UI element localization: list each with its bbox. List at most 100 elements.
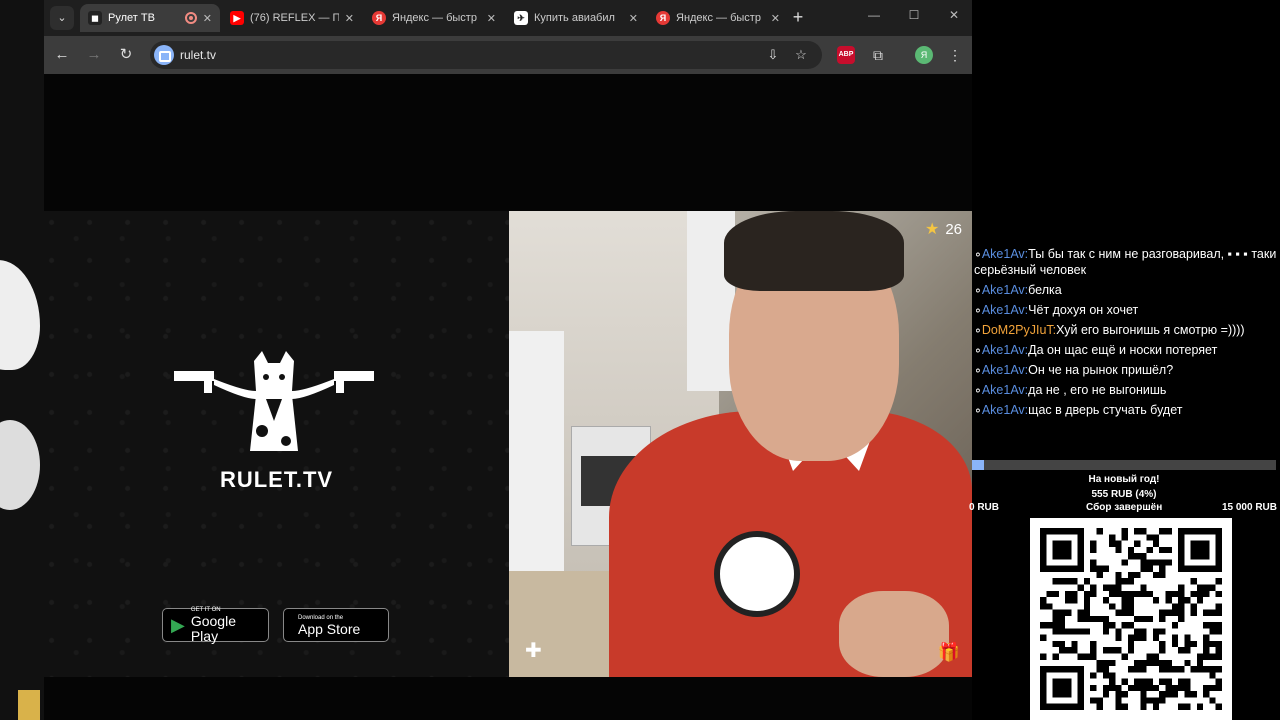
- chat-username: Ake1Av:: [981, 403, 1029, 417]
- yandex-favicon-icon: Я: [656, 11, 670, 25]
- video-person-hand: [839, 591, 949, 677]
- chat-text: Чёт дохуя он хочет: [1028, 303, 1139, 317]
- chat-message: ∘Ake1Av:да не , его не выгонишь: [972, 380, 1280, 400]
- video-fridge: [509, 331, 564, 571]
- webcam-video: ★ 26 ✚ 🎁: [509, 211, 972, 677]
- reload-button[interactable]: ↻: [116, 45, 136, 65]
- url-text: rulet.tv: [180, 48, 217, 62]
- chat-text: белка: [1028, 283, 1062, 297]
- profile-avatar[interactable]: Я: [915, 46, 933, 64]
- chat-bullet-icon: ∘: [974, 363, 982, 377]
- chat-username: Ake1Av:: [981, 303, 1029, 317]
- tab-title: Рулет ТВ: [108, 12, 155, 24]
- close-tab-icon[interactable]: ✕: [203, 12, 212, 25]
- chat-username: Ake1Av:: [981, 383, 1029, 397]
- screen: ⌄ ◼ Рулет ТВ ✕ ▶ (76) REFLEX — П ✕ Я Янд…: [0, 0, 1280, 720]
- youtube-favicon-icon: ▶: [230, 11, 244, 25]
- donation-amount: 555 RUB (4%): [1091, 489, 1157, 500]
- chat-bullet-icon: ∘: [974, 343, 982, 357]
- chat-text: Хуй его выгонишь я смотрю =)))): [1056, 323, 1245, 337]
- gift-icon[interactable]: 🎁: [938, 642, 960, 663]
- minimize-button[interactable]: —: [864, 8, 884, 22]
- google-play-text: GET IT ON Google Play: [191, 606, 260, 644]
- close-tab-icon[interactable]: ✕: [771, 12, 780, 25]
- site-info-icon[interactable]: [154, 45, 174, 65]
- chat-message: ∘Ake1Av:Да он щас ещё и носки потеряет: [972, 340, 1280, 360]
- chat-message: ∘DoM2PyJIuT:Хуй его выгонишь я смотрю =)…: [972, 320, 1280, 340]
- google-play-icon: ▶: [171, 614, 185, 635]
- flights-favicon-icon: ✈: [514, 11, 528, 25]
- tab-yandex-1[interactable]: Я Яндекс — быстр ✕: [364, 4, 504, 32]
- yandex-favicon-icon: Я: [372, 11, 386, 25]
- recording-icon: [184, 12, 197, 24]
- donation-title: На новый год!: [1088, 474, 1160, 485]
- close-window-button[interactable]: ✕: [944, 8, 964, 22]
- google-play-button[interactable]: ▶ GET IT ON Google Play: [162, 606, 269, 644]
- video-person-hair: [724, 211, 904, 291]
- close-tab-icon[interactable]: ✕: [629, 12, 638, 25]
- browser-toolbar: ← → ↻ rulet.tv ⇩ ☆ ABP ⧉ Я ⋮: [44, 36, 972, 74]
- donation-progress-fill: [972, 460, 985, 470]
- bookmark-star-icon[interactable]: ☆: [792, 46, 810, 64]
- qr-code-icon: [1040, 528, 1222, 710]
- promo-panel: RULET.TV ▶ GET IT ON Google Play Downloa…: [44, 211, 509, 677]
- chat-bullet-icon: ∘: [974, 283, 982, 297]
- back-button[interactable]: ←: [52, 45, 72, 65]
- chat-bullet-icon: ∘: [974, 323, 982, 337]
- chat-text: щас в дверь стучать будет: [1028, 403, 1183, 417]
- tab-yandex-2[interactable]: Я Яндекс — быстр ✕: [648, 4, 788, 32]
- browser-menu-icon[interactable]: ⋮: [946, 46, 964, 64]
- app-store-big: App Store: [298, 620, 361, 637]
- browser-window: ⌄ ◼ Рулет ТВ ✕ ▶ (76) REFLEX — П ✕ Я Янд…: [44, 0, 972, 720]
- chat-bullet-icon: ∘: [974, 303, 982, 317]
- close-tab-icon[interactable]: ✕: [345, 12, 354, 25]
- chat-message: ∘Ake1Av:Чёт дохуя он хочет: [972, 300, 1280, 320]
- app-store-text: Download on the App Store: [298, 614, 360, 637]
- star-count-value: 26: [945, 220, 962, 238]
- tab-reflex[interactable]: ▶ (76) REFLEX — П ✕: [222, 4, 362, 32]
- qr-code: [1030, 518, 1232, 720]
- google-play-big: Google Play: [190, 613, 236, 644]
- tab-title: (76) REFLEX — П: [250, 12, 339, 24]
- address-bar[interactable]: rulet.tv ⇩ ☆: [150, 41, 822, 69]
- chat-bullet-icon: ∘: [974, 383, 982, 397]
- chat-username: Ake1Av:: [981, 363, 1029, 377]
- install-app-icon[interactable]: ⇩: [764, 46, 782, 64]
- tab-flights[interactable]: ✈ Купить авиабил ✕: [506, 4, 646, 32]
- star-icon: ★: [924, 221, 940, 238]
- chat-message: ∘Ake1Av:щас в дверь стучать будет: [972, 400, 1280, 420]
- tab-rulet-tv[interactable]: ◼ Рулет ТВ ✕: [80, 4, 220, 32]
- chat-username: Ake1Av:: [981, 343, 1029, 357]
- donation-progress-bar: [972, 460, 1276, 470]
- extensions-icon[interactable]: ⧉: [869, 46, 887, 64]
- forward-button[interactable]: →: [84, 45, 104, 65]
- chat-message: ∘Ake1Av:Он че на рынок пришёл?: [972, 360, 1280, 380]
- chat-username: DoM2PyJIuT:: [981, 323, 1057, 337]
- close-tab-icon[interactable]: ✕: [487, 12, 496, 25]
- star-counter[interactable]: ★ 26: [925, 219, 962, 239]
- tab-strip: ⌄ ◼ Рулет ТВ ✕ ▶ (76) REFLEX — П ✕ Я Янд…: [44, 0, 972, 36]
- brand-name: RULET.TV: [219, 467, 334, 492]
- new-tab-button[interactable]: +: [786, 6, 810, 30]
- tab-title: Яндекс — быстр: [392, 12, 477, 24]
- chat-bullet-icon: ∘: [974, 403, 982, 417]
- background-shape: [0, 420, 40, 510]
- gamepad-icon[interactable]: ✚: [525, 638, 542, 663]
- background-stream-strip: [0, 0, 44, 720]
- donation-status: Сбор завершён: [1086, 502, 1163, 513]
- chat-text: да не , его не выгонишь: [1028, 383, 1167, 397]
- rulet-cat-logo-icon: [174, 351, 374, 451]
- rulet-favicon-icon: ◼: [88, 11, 102, 25]
- app-store-button[interactable]: Download on the App Store: [283, 608, 389, 642]
- maximize-button[interactable]: ☐: [904, 8, 924, 22]
- adblock-extension-icon[interactable]: ABP: [837, 46, 855, 64]
- tab-title: Купить авиабил: [534, 12, 615, 24]
- background-shape: [18, 690, 40, 720]
- video-shirt-badge: [714, 531, 800, 617]
- tab-search-button[interactable]: ⌄: [50, 6, 74, 30]
- tab-title: Яндекс — быстр: [676, 12, 761, 24]
- chat-username: Ake1Av:: [981, 283, 1029, 297]
- page-content: RULET.TV ▶ GET IT ON Google Play Downloa…: [44, 74, 972, 720]
- donation-max: 15 000 RUB: [1221, 502, 1277, 513]
- chat-username: Ake1Av:: [981, 247, 1029, 261]
